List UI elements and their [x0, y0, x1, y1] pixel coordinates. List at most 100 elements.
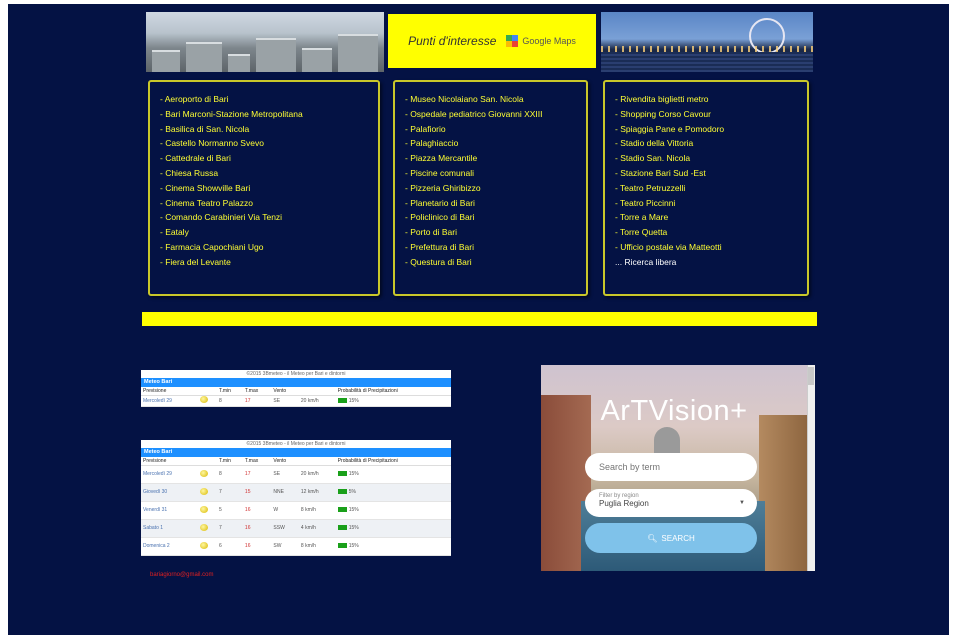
- poi-link[interactable]: - Torre a Mare: [615, 210, 807, 225]
- contact-email-link[interactable]: bariagiorno@gmail.com: [150, 572, 213, 578]
- weather-row: Sabato 1 7 16 SSW 4 km/h 15%: [141, 519, 451, 538]
- artvision-search-button[interactable]: 🔍︎ SEARCH: [585, 523, 757, 553]
- page-background: Punti d'interesse Google Maps - Aeroport…: [8, 4, 949, 635]
- precipitation-value: 15%: [348, 397, 359, 404]
- weather-row: Mercoledì 29 8 17 SE 20 km/h 15%: [141, 465, 451, 484]
- max-temperature: 17: [242, 465, 272, 484]
- poi-link[interactable]: - Planetario di Bari: [405, 196, 586, 211]
- forecast-day[interactable]: Domenica 2: [141, 537, 199, 556]
- forecast-day[interactable]: Mercoledì 29: [141, 395, 199, 407]
- precipitation-value: 15%: [348, 525, 359, 531]
- poi-link[interactable]: - Stadio San. Nicola: [615, 151, 807, 166]
- precipitation-probability: 5%: [335, 483, 451, 502]
- poi-link[interactable]: - Cinema Showville Bari: [160, 181, 378, 196]
- weather-column-header: [298, 387, 336, 396]
- scrollbar[interactable]: [807, 365, 815, 571]
- points-of-interest-header[interactable]: Punti d'interesse Google Maps: [388, 14, 596, 68]
- weather-icon-cell: [198, 537, 217, 556]
- min-temperature: 8: [217, 395, 243, 407]
- weather-column-header: Probabilità di Precipitazioni: [335, 457, 451, 466]
- region-filter-select[interactable]: Filter by region Puglia Region ▼: [585, 489, 757, 517]
- poi-column-3: - Rivendita biglietti metro - Shopping Co…: [603, 80, 809, 296]
- partly-cloudy-icon: [200, 469, 209, 477]
- poi-link[interactable]: - Palaghiaccio: [405, 136, 586, 151]
- weather-row: Domenica 2 6 16 SW 8 km/h 15%: [141, 537, 451, 556]
- forecast-day[interactable]: Mercoledì 29: [141, 465, 199, 484]
- poi-link[interactable]: - Castello Normanno Svevo: [160, 136, 378, 151]
- poi-link[interactable]: - Ufficio postale via Matteotti: [615, 240, 807, 255]
- poi-link[interactable]: - Porto di Bari: [405, 225, 586, 240]
- weather-credit[interactable]: ©2015 3Bmeteo - il Meteo per Bari e dint…: [141, 370, 451, 378]
- poi-link[interactable]: - Piazza Mercantile: [405, 151, 586, 166]
- wind-speed: 4 km/h: [298, 519, 336, 538]
- forecast-day[interactable]: Venerdì 31: [141, 501, 199, 520]
- max-temperature: 15: [242, 483, 272, 502]
- partly-cloudy-icon: [200, 396, 209, 403]
- bari-night-waterfront-image: [601, 12, 813, 72]
- weather-credit[interactable]: ©2015 3Bmeteo - il Meteo per Bari e dint…: [141, 440, 451, 448]
- wind-direction: SW: [271, 537, 299, 556]
- precipitation-value: 15%: [348, 507, 359, 513]
- poi-link[interactable]: - Ospedale pediatrico Giovanni XXIII: [405, 107, 586, 122]
- artvision-search-input[interactable]: [585, 453, 757, 481]
- weather-column-header: Previsione: [141, 387, 199, 396]
- poi-link[interactable]: - Bari Marconi-Stazione Metropolitana: [160, 107, 378, 122]
- poi-column-2: - Museo Nicolaiano San. Nicola - Ospedale…: [393, 80, 588, 296]
- google-maps-pin-icon: [506, 35, 519, 47]
- poi-link[interactable]: - Farmacia Capochiani Ugo: [160, 240, 378, 255]
- weather-table: Previsione T.min T.max Vento Probabilità di …: [141, 387, 451, 407]
- poi-link[interactable]: - Eataly: [160, 225, 378, 240]
- poi-link[interactable]: - Rivendita biglietti metro: [615, 92, 807, 107]
- weather-widget-today: ©2015 3Bmeteo - il Meteo per Bari e dint…: [141, 370, 451, 407]
- scrollbar-thumb[interactable]: [808, 367, 814, 385]
- poi-link[interactable]: - Piscine comunali: [405, 166, 586, 181]
- poi-title: Punti d'interesse: [408, 34, 497, 48]
- weather-title: Meteo Bari: [141, 448, 451, 457]
- precipitation-value: 15%: [348, 543, 359, 549]
- poi-link[interactable]: - Teatro Piccinni: [615, 196, 807, 211]
- poi-link[interactable]: - Policlinico di Bari: [405, 210, 586, 225]
- wind-speed: 20 km/h: [298, 465, 336, 484]
- precipitation-bar-icon: [337, 489, 347, 495]
- poi-link[interactable]: - Cinema Teatro Palazzo: [160, 196, 378, 211]
- wind-direction: NNE: [271, 483, 299, 502]
- poi-link[interactable]: - Fiera del Levante: [160, 255, 378, 270]
- poi-link[interactable]: - Basilica di San. Nicola: [160, 122, 378, 137]
- poi-link[interactable]: - Shopping Corso Cavour: [615, 107, 807, 122]
- weather-icon-cell: [198, 519, 217, 538]
- wind-speed: 12 km/h: [298, 483, 336, 502]
- weather-widget-forecast: ©2015 3Bmeteo - il Meteo per Bari e dint…: [141, 440, 451, 556]
- poi-link[interactable]: - Cattedrale di Bari: [160, 151, 378, 166]
- poi-link[interactable]: - Palafiorio: [405, 122, 586, 137]
- weather-row: Giovedì 30 7 15 NNE 12 km/h 5%: [141, 483, 451, 502]
- weather-row: Venerdì 31 5 16 W 8 km/h 15%: [141, 501, 451, 520]
- poi-link[interactable]: - Comando Carabinieri Via Tenzi: [160, 210, 378, 225]
- precipitation-bar-icon: [337, 471, 347, 477]
- search-button-label: SEARCH: [661, 533, 695, 543]
- weather-column-header: Previsione: [141, 457, 199, 466]
- poi-link[interactable]: - Stadio della Vittoria: [615, 136, 807, 151]
- forecast-day[interactable]: Sabato 1: [141, 519, 199, 538]
- wind-direction: SE: [271, 395, 299, 407]
- max-temperature: 17: [242, 395, 272, 407]
- poi-link[interactable]: - Stazione Bari Sud -Est: [615, 166, 807, 181]
- forecast-day[interactable]: Giovedì 30: [141, 483, 199, 502]
- poi-link[interactable]: - Aeroporto di Bari: [160, 92, 378, 107]
- poi-link[interactable]: - Chiesa Russa: [160, 166, 378, 181]
- poi-link[interactable]: - Teatro Petruzzelli: [615, 181, 807, 196]
- chevron-down-icon: ▼: [739, 500, 745, 506]
- poi-link[interactable]: - Questura di Bari: [405, 255, 586, 270]
- poi-link[interactable]: - Museo Nicolaiano San. Nicola: [405, 92, 586, 107]
- poi-link[interactable]: - Prefettura di Bari: [405, 240, 586, 255]
- poi-link[interactable]: - Spiaggia Pane e Pomodoro: [615, 122, 807, 137]
- wind-speed: 8 km/h: [298, 501, 336, 520]
- poi-link[interactable]: - Torre Quetta: [615, 225, 807, 240]
- min-temperature: 8: [217, 465, 243, 484]
- free-search-link[interactable]: ... Ricerca libera: [615, 255, 807, 270]
- weather-icon-cell: [198, 501, 217, 520]
- poi-link[interactable]: - Pizzeria Ghiribizzo: [405, 181, 586, 196]
- weather-icon-cell: [198, 465, 217, 484]
- max-temperature: 16: [242, 501, 272, 520]
- weather-table: Previsione T.min T.max Vento Probabilità di …: [141, 457, 451, 556]
- weather-column-header: Vento: [271, 387, 299, 396]
